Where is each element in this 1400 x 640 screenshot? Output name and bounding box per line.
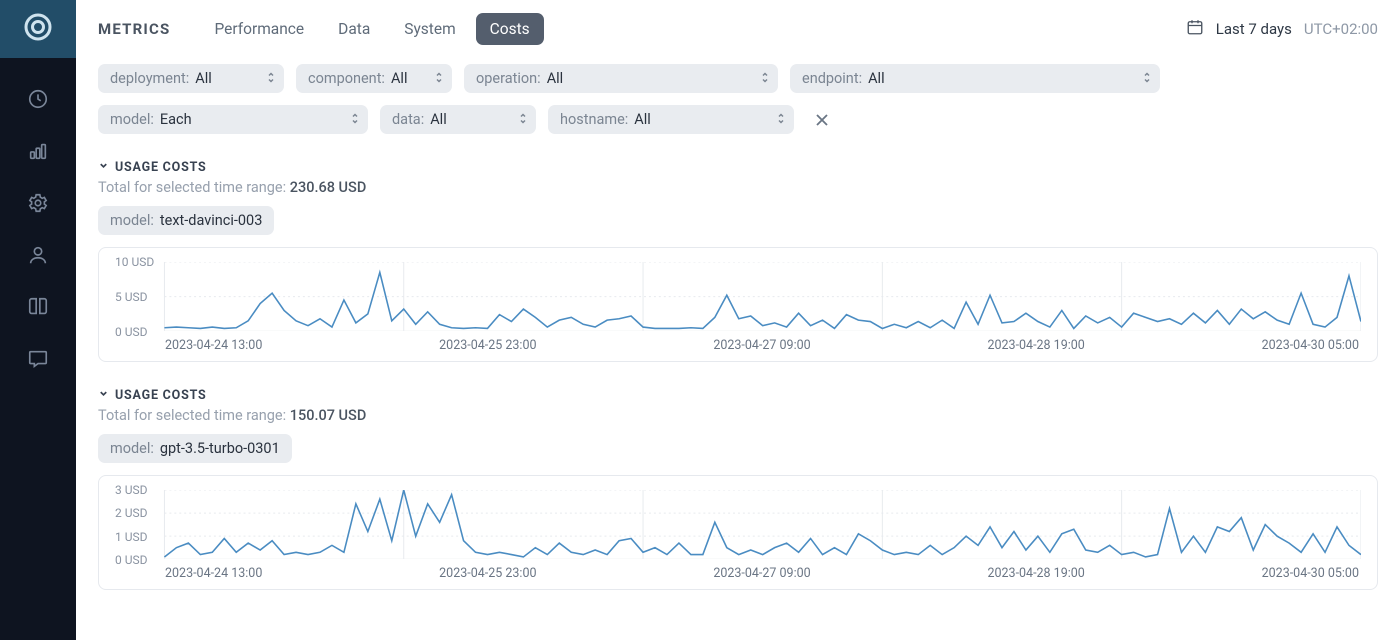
filter-label: component: xyxy=(308,70,385,87)
clear-filters-button[interactable] xyxy=(806,105,838,134)
section-title: USAGE COSTS xyxy=(115,388,207,403)
sidebar-nav xyxy=(27,88,49,370)
filter-value: All xyxy=(547,70,564,87)
filter-label: endpoint: xyxy=(802,70,862,87)
filter-endpoint[interactable]: endpoint: All xyxy=(790,64,1160,93)
subtitle-prefix: Total for selected time range: xyxy=(98,179,290,196)
timezone: UTC+02:00 xyxy=(1304,20,1378,38)
tab-performance[interactable]: Performance xyxy=(200,13,318,45)
filter-value: All xyxy=(391,70,408,87)
section-header[interactable]: USAGE COSTS xyxy=(98,160,1378,175)
selector-icon xyxy=(518,111,528,128)
filter-label: data: xyxy=(392,111,424,128)
filter-value: All xyxy=(634,111,651,128)
chart-svg xyxy=(115,262,1361,331)
subtitle-prefix: Total for selected time range: xyxy=(98,407,290,424)
filter-value: Each xyxy=(160,111,192,128)
usage-costs-section: USAGE COSTS Total for selected time range… xyxy=(98,388,1378,590)
selector-icon xyxy=(266,70,276,87)
filter-label: model: xyxy=(110,111,154,128)
model-label: model: xyxy=(110,212,154,229)
chevron-down-icon xyxy=(98,388,109,403)
x-axis: 2023-04-24 13:00 2023-04-25 23:00 2023-04-… xyxy=(115,560,1361,581)
model-label: model: xyxy=(110,440,154,457)
bar-chart-icon[interactable] xyxy=(27,140,49,162)
selector-icon xyxy=(760,70,770,87)
tab-data[interactable]: Data xyxy=(324,13,384,45)
filter-value: All xyxy=(430,111,447,128)
chat-icon[interactable] xyxy=(27,348,49,370)
section-header[interactable]: USAGE COSTS xyxy=(98,388,1378,403)
logo-icon xyxy=(23,12,53,46)
selector-icon xyxy=(434,70,444,87)
model-pill: model: gpt-3.5-turbo-0301 xyxy=(98,434,292,463)
filter-model[interactable]: model: Each xyxy=(98,105,368,134)
filter-operation[interactable]: operation: All xyxy=(464,64,778,93)
model-value: gpt-3.5-turbo-0301 xyxy=(160,440,280,457)
page-title: METRICS xyxy=(98,20,170,38)
chart-svg xyxy=(115,490,1361,559)
tab-system[interactable]: System xyxy=(390,13,469,45)
book-icon[interactable] xyxy=(27,296,49,318)
x-tick-label: 2023-04-24 13:00 xyxy=(165,338,262,353)
section-subtitle: Total for selected time range: 230.68 US… xyxy=(98,179,1378,196)
chart-area: 0 USD5 USD10 USD xyxy=(115,262,1361,332)
subtitle-value: 150.07 USD xyxy=(290,407,367,424)
filter-label: hostname: xyxy=(560,111,628,128)
chart-card: 0 USD1 USD2 USD3 USD2023-04-24 13:002023… xyxy=(98,475,1378,590)
filter-deployment[interactable]: deployment: All xyxy=(98,64,284,93)
selector-icon xyxy=(1142,70,1152,87)
filters-row2: model: Each data: All hostname: All xyxy=(98,105,1378,134)
filter-data[interactable]: data: All xyxy=(380,105,536,134)
x-tick-label: 2023-04-30 05:00 xyxy=(1262,566,1359,581)
x-tick-label: 2023-04-30 05:00 xyxy=(1262,338,1359,353)
x-tick-label: 2023-04-28 19:00 xyxy=(987,566,1084,581)
model-value: text-davinci-003 xyxy=(160,212,262,229)
x-tick-label: 2023-04-25 23:00 xyxy=(439,566,536,581)
sidebar xyxy=(0,0,76,640)
time-range[interactable]: Last 7 days xyxy=(1216,20,1292,38)
filter-label: operation: xyxy=(476,70,541,87)
main-content: METRICS PerformanceDataSystemCosts Last … xyxy=(76,0,1400,640)
tab-costs[interactable]: Costs xyxy=(476,13,544,45)
section-subtitle: Total for selected time range: 150.07 US… xyxy=(98,407,1378,424)
section-title: USAGE COSTS xyxy=(115,160,207,175)
topbar: METRICS PerformanceDataSystemCosts Last … xyxy=(98,0,1378,58)
app-logo[interactable] xyxy=(0,0,76,58)
filter-hostname[interactable]: hostname: All xyxy=(548,105,794,134)
x-axis: 2023-04-24 13:00 2023-04-25 23:00 2023-04-… xyxy=(115,332,1361,353)
x-tick-label: 2023-04-27 09:00 xyxy=(713,338,810,353)
calendar-icon[interactable] xyxy=(1186,18,1204,40)
chevron-down-icon xyxy=(98,160,109,175)
selector-icon xyxy=(350,111,360,128)
clock-icon[interactable] xyxy=(27,88,49,110)
filter-value: All xyxy=(868,70,885,87)
chart-area: 0 USD1 USD2 USD3 USD xyxy=(115,490,1361,560)
x-tick-label: 2023-04-27 09:00 xyxy=(713,566,810,581)
chart-card: 0 USD5 USD10 USD2023-04-24 13:002023-04-… xyxy=(98,247,1378,362)
x-tick-label: 2023-04-25 23:00 xyxy=(439,338,536,353)
filter-component[interactable]: component: All xyxy=(296,64,452,93)
tabs: PerformanceDataSystemCosts xyxy=(200,13,543,45)
filter-value: All xyxy=(195,70,212,87)
gear-icon[interactable] xyxy=(27,192,49,214)
user-icon[interactable] xyxy=(27,244,49,266)
x-tick-label: 2023-04-28 19:00 xyxy=(987,338,1084,353)
x-tick-label: 2023-04-24 13:00 xyxy=(165,566,262,581)
model-pill: model: text-davinci-003 xyxy=(98,206,274,235)
selector-icon xyxy=(776,111,786,128)
filter-label: deployment: xyxy=(110,70,189,87)
subtitle-value: 230.68 USD xyxy=(290,179,367,196)
usage-costs-section: USAGE COSTS Total for selected time range… xyxy=(98,160,1378,362)
filters-row1: deployment: All component: All operation: All… xyxy=(98,64,1378,93)
